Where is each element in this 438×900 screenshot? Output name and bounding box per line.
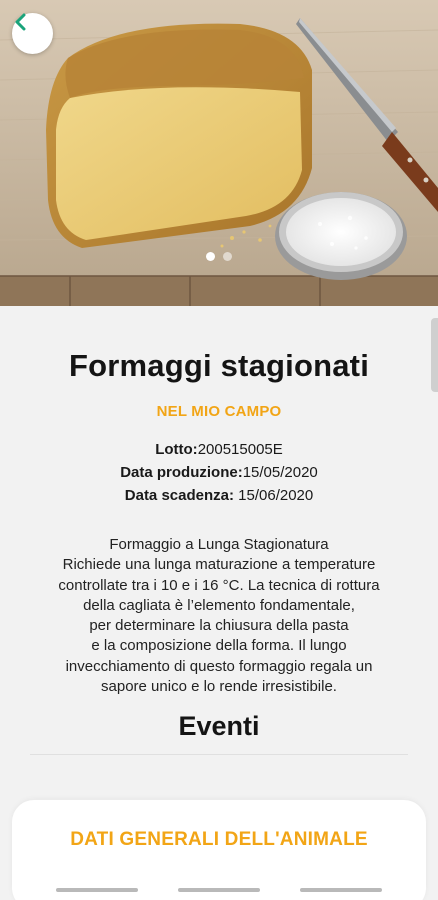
product-details: Formaggi stagionati NEL MIO CAMPO Lotto:…	[0, 306, 438, 756]
events-heading: Eventi	[178, 711, 260, 742]
production-date-value: 15/05/2020	[242, 464, 318, 481]
lot-row: Lotto:200515005E	[0, 438, 438, 461]
expiry-date-row: Data scadenza: 15/06/2020	[0, 484, 438, 507]
description-line: e la composizione della forma. Il lungo	[91, 637, 347, 655]
carousel-dot-active[interactable]	[206, 252, 215, 261]
description-line: Formaggio a Lunga Stagionatura	[109, 536, 329, 553]
product-description: Formaggio a Lunga Stagionatura Richiede …	[19, 535, 419, 697]
description-line: controllate tra i 10 e i 16 °C. La tecni…	[58, 576, 380, 594]
tab-indicator-1[interactable]	[56, 888, 138, 892]
expiry-date-value: 15/06/2020	[233, 487, 314, 504]
product-origin: NEL MIO CAMPO	[156, 403, 282, 420]
animal-general-data-label: DATI GENERALI DELL'ANIMALE	[70, 829, 368, 850]
tab-indicator-2[interactable]	[178, 888, 260, 892]
description-line: sapore unico e lo rende irresistibile.	[101, 678, 337, 696]
page-title: Formaggi stagionati	[68, 348, 370, 383]
lot-label: Lotto:	[155, 441, 198, 458]
product-meta: Lotto:200515005E Data produzione:15/05/2…	[0, 438, 438, 507]
description-line: per determinare la chiusura della pasta	[89, 617, 349, 635]
tab-indicator-3[interactable]	[300, 888, 382, 892]
production-date-row: Data produzione:15/05/2020	[0, 461, 438, 484]
description-line: della cagliata è l’elemento fondamentale…	[83, 596, 355, 614]
carousel-indicator	[0, 252, 438, 261]
bottom-tab-bar	[0, 880, 438, 900]
hero-image	[0, 0, 438, 306]
chevron-left-icon	[15, 13, 26, 31]
back-button[interactable]	[12, 13, 53, 54]
lot-value: 200515005E	[197, 441, 283, 458]
expiry-date-label: Data scadenza:	[124, 487, 234, 504]
description-line: invecchiamento di questo formaggio regal…	[65, 657, 373, 675]
production-date-label: Data produzione:	[120, 464, 243, 481]
section-divider	[30, 754, 408, 756]
carousel-dot[interactable]	[223, 252, 232, 261]
description-line: Richiede una lunga maturazione a tempera…	[62, 556, 376, 574]
